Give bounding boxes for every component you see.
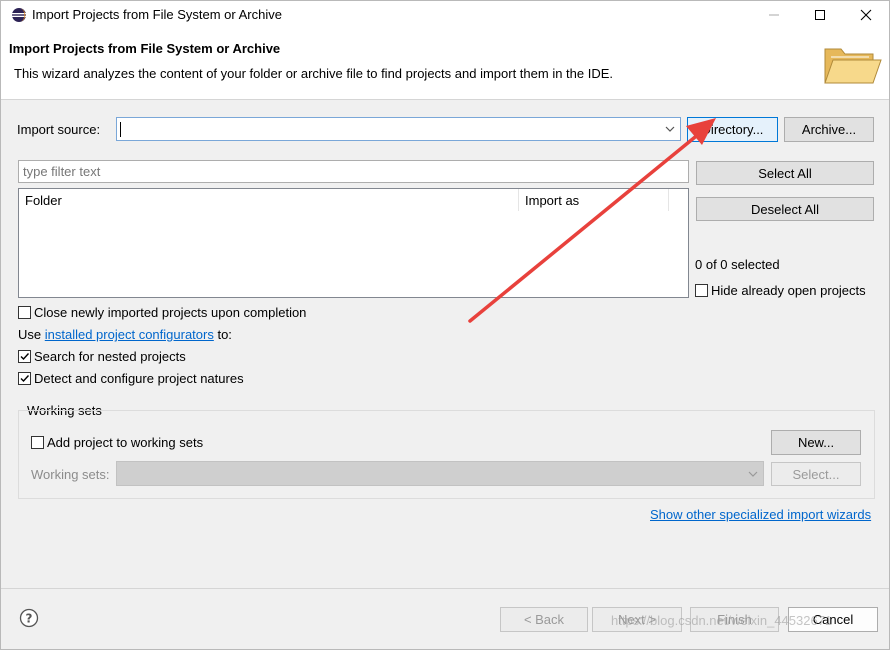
hide-open-projects-checkbox[interactable] (695, 284, 708, 297)
chevron-down-icon[interactable] (664, 122, 676, 136)
archive-button[interactable]: Archive... (784, 117, 874, 142)
column-header-folder[interactable]: Folder (25, 193, 62, 208)
working-sets-label: Working sets: (31, 467, 110, 482)
close-imported-checkbox[interactable] (18, 306, 31, 319)
window-title: Import Projects from File System or Arch… (32, 7, 282, 22)
selection-count: 0 of 0 selected (695, 257, 780, 272)
wizard-header: Import Projects from File System or Arch… (1, 29, 889, 100)
detect-natures-checkbox[interactable] (18, 372, 31, 385)
title-bar: Import Projects from File System or Arch… (1, 1, 889, 29)
column-header-import-as[interactable]: Import as (525, 193, 579, 208)
wizard-description: This wizard analyzes the content of your… (14, 66, 614, 81)
deselect-all-button[interactable]: Deselect All (696, 197, 874, 221)
working-sets-combo[interactable] (116, 461, 764, 486)
maximize-button[interactable] (797, 1, 843, 29)
import-source-combo[interactable] (116, 117, 681, 141)
select-all-button[interactable]: Select All (696, 161, 874, 185)
help-icon[interactable]: ? (19, 608, 39, 628)
hide-open-projects-label[interactable]: Hide already open projects (711, 283, 866, 298)
back-button[interactable]: < Back (500, 607, 588, 632)
column-separator (518, 189, 519, 211)
installed-configurators-link[interactable]: installed project configurators (45, 327, 214, 342)
close-button[interactable] (843, 1, 889, 29)
text-caret (120, 122, 121, 137)
checkmark-icon (20, 375, 30, 383)
add-to-working-sets-checkbox[interactable] (31, 436, 44, 449)
use-prefix: Use (18, 327, 42, 342)
import-source-label: Import source: (17, 122, 101, 137)
use-suffix: to: (217, 327, 232, 342)
column-separator (668, 189, 669, 211)
wizard-title: Import Projects from File System or Arch… (9, 41, 281, 56)
close-icon (860, 9, 872, 21)
search-nested-checkbox[interactable] (18, 350, 31, 363)
import-wizard-window: Import Projects from File System or Arch… (0, 0, 890, 650)
minimize-icon (769, 14, 779, 16)
svg-text:?: ? (26, 612, 33, 626)
footer-separator (1, 588, 889, 589)
filter-input[interactable]: type filter text (18, 160, 689, 183)
maximize-icon (815, 10, 825, 20)
add-to-working-sets-label[interactable]: Add project to working sets (47, 435, 203, 450)
specialized-wizards-link[interactable]: Show other specialized import wizards (650, 507, 871, 522)
watermark-text: https://blog.csdn.net/weixin_44532671 (611, 613, 833, 628)
folder-icon (824, 48, 882, 84)
chevron-down-icon (748, 471, 758, 477)
directory-button[interactable]: Directory... (687, 117, 778, 142)
minimize-button[interactable] (751, 1, 797, 29)
select-working-sets-button[interactable]: Select... (771, 462, 861, 486)
eclipse-icon (12, 8, 26, 22)
projects-table[interactable]: Folder Import as (18, 188, 689, 298)
close-imported-label[interactable]: Close newly imported projects upon compl… (34, 305, 306, 320)
search-nested-label[interactable]: Search for nested projects (34, 349, 186, 364)
new-working-set-button[interactable]: New... (771, 430, 861, 455)
detect-natures-label[interactable]: Detect and configure project natures (34, 371, 244, 386)
checkmark-icon (20, 353, 30, 361)
configurators-line: Use installed project configurators to: (18, 327, 232, 342)
